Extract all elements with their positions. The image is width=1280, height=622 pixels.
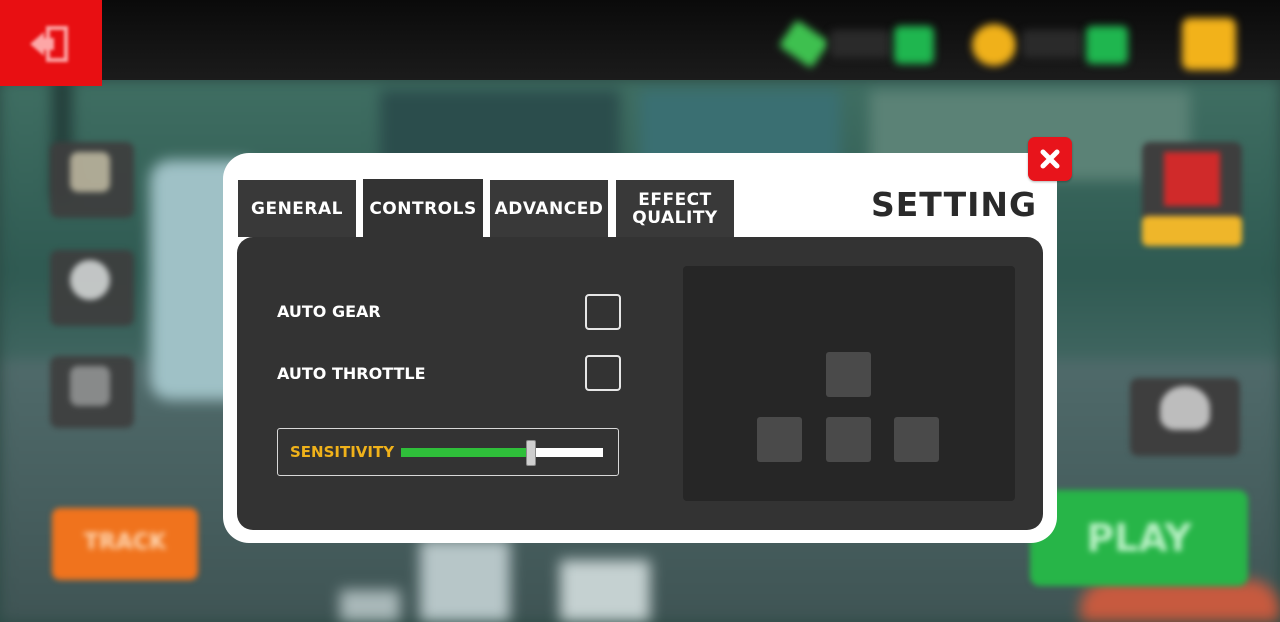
gift-ribbon [1142,216,1242,246]
track-button-label: TRACK [83,530,167,555]
add-cash-button[interactable] [894,26,934,64]
trophy-button[interactable] [50,142,134,218]
checker-tile [560,560,650,622]
helmet-icon [1160,386,1210,430]
upgrade-icon [70,366,110,406]
key-up [826,352,871,397]
controls-preview [683,266,1015,501]
checker-tile [340,590,400,622]
key-left [757,417,802,462]
back-button[interactable] [0,0,102,86]
tab-controls[interactable]: CONTROLS [363,179,483,239]
settings-dialog: GENERAL CONTROLS ADVANCED EFFECT QUALITY… [223,153,1057,543]
play-button[interactable]: PLAY [1030,490,1248,586]
close-button[interactable] [1028,137,1072,181]
checker-tile [420,540,510,622]
auto-gear-label: AUTO GEAR [277,302,381,321]
gift-button[interactable] [1142,142,1242,246]
dialog-title: SETTING [871,185,1038,224]
sensitivity-slider-fill [401,448,531,457]
sensitivity-control: SENSITIVITY [277,428,619,476]
key-down [826,417,871,462]
garage-button[interactable] [50,250,134,326]
garage-icon [70,260,110,300]
floor-marking [1080,580,1280,622]
upgrade-button[interactable] [50,356,134,428]
exit-door-icon [30,26,68,62]
sensitivity-slider-handle[interactable] [526,440,537,466]
settings-button[interactable] [1182,18,1236,70]
controls-panel: AUTO GEAR AUTO THROTTLE SENSITIVITY [237,237,1043,530]
key-right [894,417,939,462]
auto-throttle-label: AUTO THROTTLE [277,364,426,383]
tab-effect-quality[interactable]: EFFECT QUALITY [616,180,734,237]
sensitivity-slider[interactable] [401,440,603,466]
coin-counter [1022,30,1082,58]
trophy-icon [70,152,110,192]
track-button[interactable]: TRACK [52,508,198,580]
cash-counter [830,30,890,58]
helmet-button[interactable] [1130,378,1240,456]
add-coin-button[interactable] [1086,26,1128,64]
sensitivity-label: SENSITIVITY [290,443,395,461]
gift-icon [1164,152,1220,206]
coin-icon [972,24,1016,66]
auto-throttle-checkbox[interactable] [585,355,621,391]
tab-general[interactable]: GENERAL [238,180,356,237]
auto-gear-checkbox[interactable] [585,294,621,330]
close-x-icon [1040,149,1060,169]
tab-advanced[interactable]: ADVANCED [490,180,608,237]
play-button-label: PLAY [1086,516,1192,560]
tab-effect-quality-label: EFFECT QUALITY [632,189,718,228]
